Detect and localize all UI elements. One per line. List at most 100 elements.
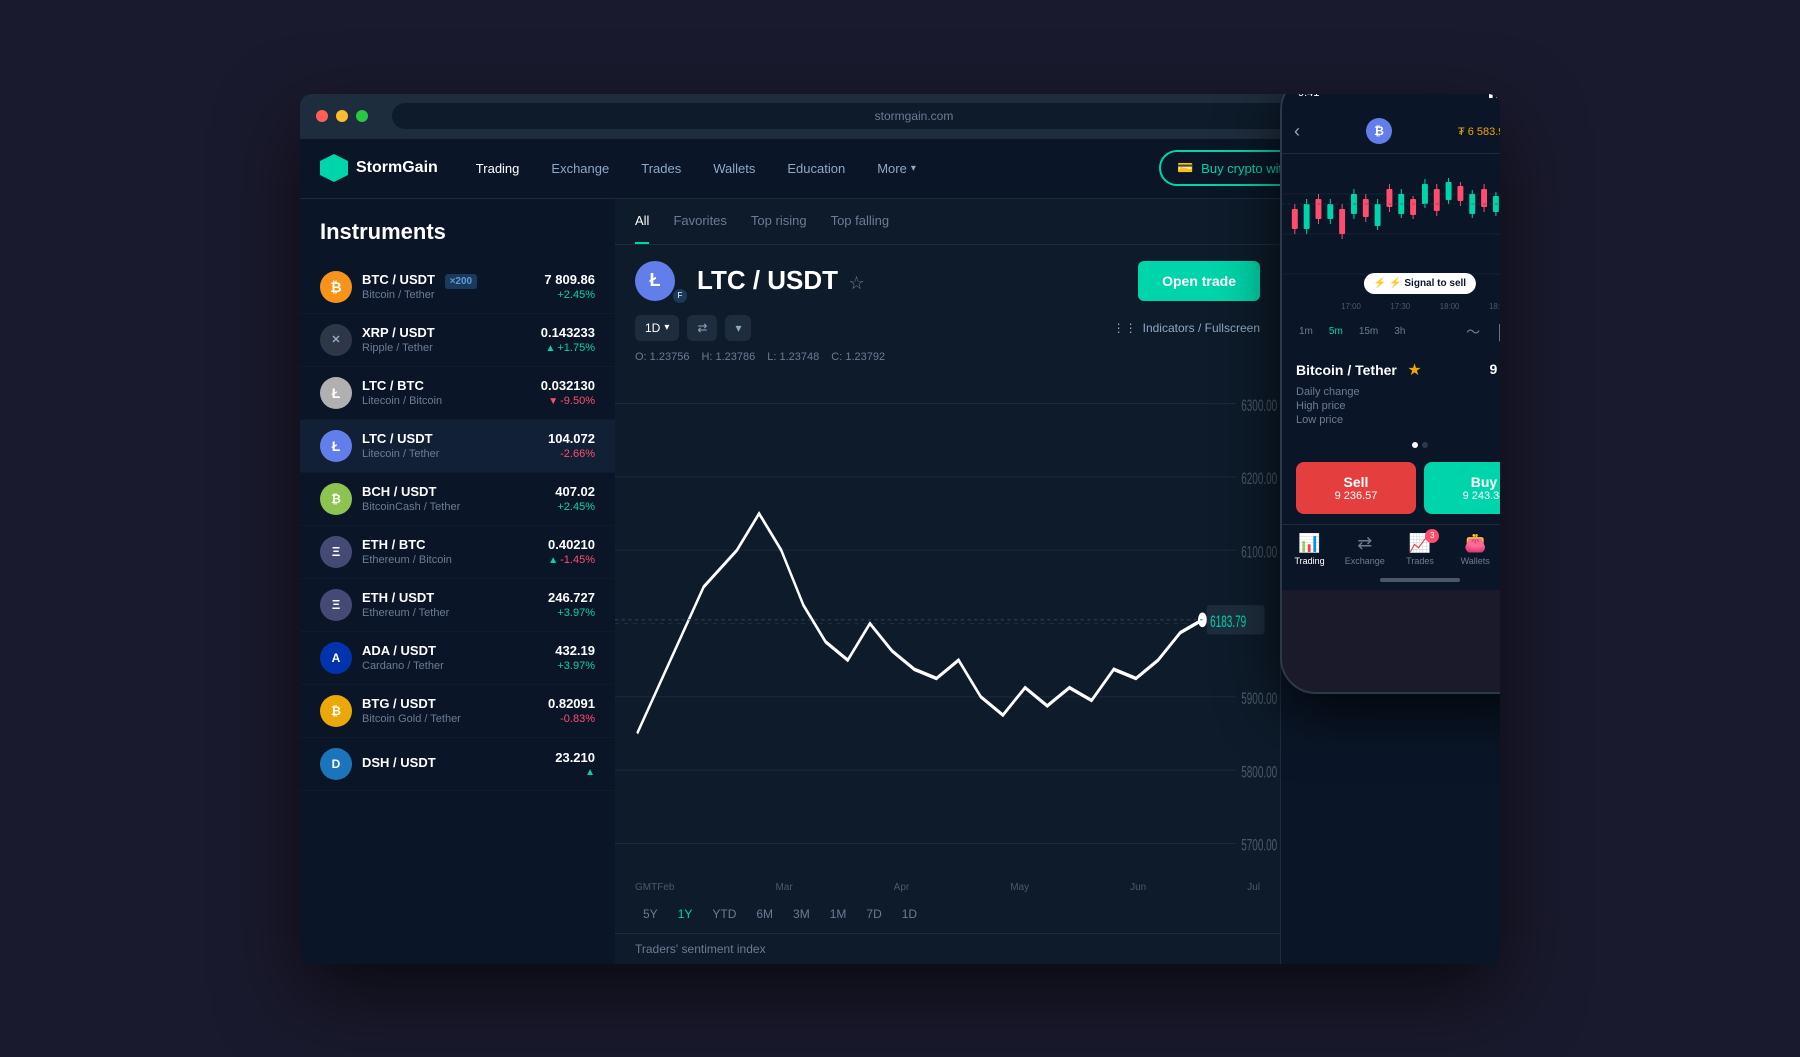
phone-nav-trading[interactable]: 📊 Trading: [1282, 533, 1337, 566]
tp-1y[interactable]: 1Y: [670, 903, 701, 925]
svg-text:17:30: 17:30: [1390, 301, 1410, 310]
indicators-button[interactable]: ⋮⋮ Indicators / Fullscreen: [1113, 321, 1260, 335]
chart-title: LTC / USDT: [697, 265, 838, 295]
phone-balance-amount: ₮ 6 583.94: [1458, 126, 1500, 138]
instrument-row-xrp-usdt[interactable]: ✕ XRP / USDT Ripple / Tether 0.143233 ▲+…: [300, 314, 615, 367]
phone-trades-badge: 3: [1425, 529, 1439, 543]
signal-btn-label: ⚡ Signal to sell: [1389, 278, 1466, 289]
phone-nav-bar: ‹ ₿ ₮ 6 583.94 Gold: [1282, 110, 1500, 154]
minimize-dot[interactable]: [336, 110, 348, 122]
chart-expand-button[interactable]: ▾: [725, 315, 751, 341]
ada-icon: A: [320, 642, 352, 674]
phone-buy-button[interactable]: Buy 9 243.34: [1424, 462, 1500, 514]
instrument-tabs: All Favorites Top rising Top falling: [615, 199, 1280, 245]
nav-item-education[interactable]: Education: [773, 153, 859, 184]
phone-nav-exchange[interactable]: ⇄ Exchange: [1337, 533, 1392, 566]
instrument-row-btg-usdt[interactable]: ₿ BTG / USDT Bitcoin Gold / Tether 0.820…: [300, 685, 615, 738]
open-trade-button[interactable]: Open trade: [1138, 261, 1260, 301]
tp-3m[interactable]: 3M: [785, 903, 818, 925]
instrument-row-ltc-btc[interactable]: Ł LTC / BTC Litecoin / Bitcoin 0.032130 …: [300, 367, 615, 420]
tab-top-falling[interactable]: Top falling: [831, 213, 890, 244]
maximize-dot[interactable]: [356, 110, 368, 122]
nav-items: Trading Exchange Trades Wallets Educatio…: [462, 153, 1159, 184]
bch-price-val: 407.02: [555, 484, 595, 499]
instruments-panel: Instruments ₿ BTC / USDT ×200 Bitcoin / …: [300, 199, 615, 964]
phone-home-indicator: [1282, 570, 1500, 590]
instrument-row-eth-btc[interactable]: Ξ ETH / BTC Ethereum / Bitcoin 0.40210 ▲…: [300, 526, 615, 579]
nav-item-trading[interactable]: Trading: [462, 153, 534, 184]
ada-pair-info: ADA / USDT Cardano / Tether: [362, 643, 555, 672]
eth-btc-price: 0.40210 ▲-1.45%: [548, 537, 595, 566]
tp-1d[interactable]: 1D: [894, 903, 925, 925]
ada-price: 432.19 +3.97%: [555, 643, 595, 672]
phone-sell-button[interactable]: Sell 9 236.57: [1296, 462, 1416, 514]
btg-pair-info: BTG / USDT Bitcoin Gold / Tether: [362, 696, 548, 725]
dsh-price-val: 23.210: [555, 750, 595, 765]
indicators-grid-icon: ⋮⋮: [1113, 321, 1137, 335]
ohlc-h: H: 1.23786: [701, 351, 755, 363]
nav-item-more[interactable]: More ▾: [863, 153, 930, 184]
tab-favorites[interactable]: Favorites: [673, 213, 726, 244]
svg-text:18:00: 18:00: [1440, 301, 1460, 310]
tab-all[interactable]: All: [635, 213, 649, 244]
phone-low-label: Low price: [1296, 414, 1343, 426]
phone-buy-price: 9 243.34: [1436, 490, 1500, 502]
tp-ytd[interactable]: YTD: [704, 903, 744, 925]
phone-chart-type-candle-icon[interactable]: ▐: [1494, 324, 1500, 340]
ohlc-l: L: 1.23748: [767, 351, 819, 363]
favorite-star-icon[interactable]: ☆: [849, 273, 865, 293]
logo-icon: [320, 154, 348, 182]
ada-pair-sub: Cardano / Tether: [362, 660, 555, 672]
phone-back-button[interactable]: ‹: [1294, 121, 1300, 142]
x-label-jun: Jun: [1130, 882, 1146, 893]
instrument-row-bch-usdt[interactable]: ₿ BCH / USDT BitcoinCash / Tether 407.02…: [300, 473, 615, 526]
nav-item-trades[interactable]: Trades: [627, 153, 695, 184]
tp-5y[interactable]: 5Y: [635, 903, 666, 925]
xrp-pair-name: XRP / USDT: [362, 325, 541, 340]
xrp-price: 0.143233 ▲+1.75%: [541, 325, 595, 354]
instrument-row-dsh-usdt[interactable]: D DSH / USDT 23.210 ▲: [300, 738, 615, 791]
btg-price-val: 0.82091: [548, 696, 595, 711]
phone-price-chart: 17:00 17:30 18:00 18:30 9 400.00 9 300.0…: [1282, 154, 1500, 314]
instrument-row-eth-usdt[interactable]: Ξ ETH / USDT Ethereum / Tether 246.727 +…: [300, 579, 615, 632]
close-dot[interactable]: [316, 110, 328, 122]
signal-to-sell-button[interactable]: ⚡ ⚡ Signal to sell: [1364, 273, 1476, 294]
btc-price-val: 7 809.86: [544, 272, 595, 287]
phone-status-bar: 9:41 ▐▐▐ WiFi ▓: [1282, 94, 1500, 110]
phone-favorite-star-icon[interactable]: ★: [1407, 362, 1421, 379]
logo[interactable]: StormGain: [320, 154, 438, 182]
indicator-dot-2: [1422, 442, 1428, 448]
phone-tp-5m[interactable]: 5m: [1324, 323, 1348, 340]
svg-text:18:30: 18:30: [1489, 301, 1500, 310]
eth-usdt-pair-name: ETH / USDT: [362, 590, 548, 605]
phone-nav-trades[interactable]: 📈 3 Trades: [1392, 533, 1447, 566]
time-periods: 5Y 1Y YTD 6M 3M 1M 7D 1D: [615, 895, 1280, 933]
instrument-row-ltc-usdt[interactable]: Ł LTC / USDT Litecoin / Tether 104.072 -…: [300, 420, 615, 473]
tab-top-rising[interactable]: Top rising: [751, 213, 807, 244]
chart-sync-button[interactable]: ⇄: [687, 315, 717, 341]
sentiment-label: Traders' sentiment index: [615, 933, 1280, 964]
nav-item-exchange[interactable]: Exchange: [537, 153, 623, 184]
xrp-pair-info: XRP / USDT Ripple / Tether: [362, 325, 541, 354]
chart-pair: Ł F LTC / USDT ☆: [635, 261, 865, 301]
eth-btc-pair-sub: Ethereum / Bitcoin: [362, 554, 548, 566]
phone-nav-wallets[interactable]: 👛 Wallets: [1448, 533, 1500, 566]
tp-7d[interactable]: 7D: [858, 903, 889, 925]
home-bar: [1380, 578, 1460, 582]
tp-1m[interactable]: 1M: [822, 903, 855, 925]
phone-tp-3h[interactable]: 3h: [1389, 323, 1410, 340]
eth-usdt-pair-info: ETH / USDT Ethereum / Tether: [362, 590, 548, 619]
phone-status-icons: ▐▐▐ WiFi ▓: [1485, 94, 1500, 99]
eth-usdt-price: 246.727 +3.97%: [548, 590, 595, 619]
period-select[interactable]: 1D ▾: [635, 315, 679, 341]
phone-trading-label: Trading: [1295, 556, 1325, 566]
phone-tp-1m[interactable]: 1m: [1294, 323, 1318, 340]
tp-6m[interactable]: 6M: [748, 903, 781, 925]
btg-price: 0.82091 -0.83%: [548, 696, 595, 725]
phone-buy-label: Buy: [1436, 474, 1500, 490]
instrument-row-ada-usdt[interactable]: A ADA / USDT Cardano / Tether 432.19 +3.…: [300, 632, 615, 685]
instrument-row-btc-usdt[interactable]: ₿ BTC / USDT ×200 Bitcoin / Tether 7 809…: [300, 261, 615, 314]
phone-chart-type-line-icon[interactable]: 〜: [1466, 322, 1480, 342]
nav-item-wallets[interactable]: Wallets: [699, 153, 769, 184]
phone-tp-15m[interactable]: 15m: [1354, 323, 1383, 340]
